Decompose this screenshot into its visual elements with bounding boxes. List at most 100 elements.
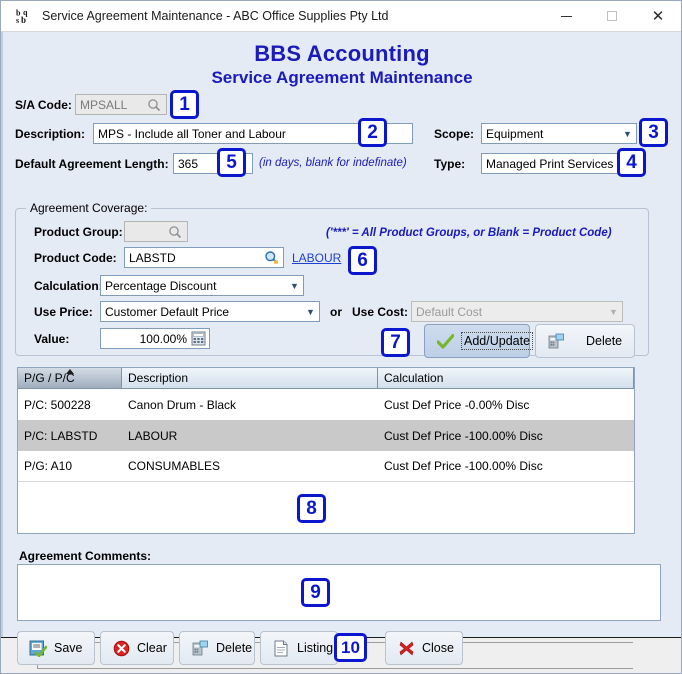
calculation-label: Calculation:	[34, 279, 103, 293]
listing-button[interactable]: Listing	[260, 631, 338, 665]
product-code-link[interactable]: LABOUR	[292, 251, 341, 265]
scope-label: Scope:	[434, 127, 475, 141]
type-select[interactable]: Managed Print Services ▼	[481, 153, 637, 174]
calculator-icon[interactable]	[190, 330, 207, 347]
sa-code-input[interactable]: MPSALL	[75, 94, 167, 115]
callout-7: 7	[381, 328, 410, 357]
table-header-calculation[interactable]: Calculation	[378, 368, 634, 389]
table-empty-area	[18, 482, 634, 533]
sa-code-value: MPSALL	[80, 97, 128, 112]
table-row[interactable]: P/C: 500228 Canon Drum - Black Cust Def …	[18, 389, 634, 420]
type-row: Type:	[434, 157, 465, 171]
cell-description: CONSUMABLES	[128, 459, 221, 473]
chevron-down-icon[interactable]: ▼	[286, 281, 303, 291]
close-button[interactable]: ✕	[635, 1, 681, 32]
page-title: BBS Accounting Service Agreement Mainten…	[3, 32, 681, 88]
table-row-selected[interactable]: P/C: LABSTD LABOUR Cust Def Price -100.0…	[18, 420, 634, 451]
chevron-down-icon[interactable]: ▼	[619, 129, 636, 139]
cell-pgpc: P/G: A10	[24, 459, 73, 473]
agreement-length-label: Default Agreement Length:	[15, 157, 169, 171]
product-group-input[interactable]	[124, 221, 188, 242]
coverage-delete-label: Delete	[586, 334, 623, 348]
close-window-button[interactable]: Close	[385, 631, 463, 665]
title-bar: b b s b Service Agreement Maintenance - …	[1, 1, 681, 32]
or-label: or	[330, 305, 342, 319]
product-code-label: Product Code:	[34, 251, 117, 265]
table-header-description[interactable]: Description	[122, 368, 378, 389]
product-code-input[interactable]: LABSTD	[124, 247, 284, 268]
scope-select[interactable]: Equipment ▼	[481, 123, 637, 144]
calculation-value: Percentage Discount	[105, 278, 217, 293]
coverage-delete-button[interactable]: Delete	[535, 324, 635, 358]
product-code-value: LABSTD	[129, 250, 176, 265]
minimize-icon	[560, 15, 572, 17]
cell-description: LABOUR	[128, 428, 178, 443]
listing-label: Listing	[297, 641, 334, 655]
callout-6: 6	[348, 246, 377, 275]
use-cost-value: Default Cost	[416, 304, 483, 319]
sa-code-row: S/A Code:	[15, 98, 72, 112]
cell-pgpc: P/C: LABSTD	[24, 428, 98, 443]
cell-calculation: Cust Def Price -0.00% Disc	[384, 397, 530, 412]
product-group-label: Product Group:	[34, 225, 123, 239]
use-price-select[interactable]: Customer Default Price ▼	[100, 301, 320, 322]
cell-description: Canon Drum - Black	[128, 397, 237, 412]
search-icon[interactable]	[146, 97, 162, 113]
sort-ascending-icon	[65, 369, 74, 374]
chevron-down-icon[interactable]: ▼	[302, 307, 319, 317]
search-icon[interactable]	[167, 224, 183, 240]
callout-4: 4	[617, 148, 646, 177]
type-label: Type:	[434, 157, 466, 171]
close-x-icon	[397, 639, 415, 657]
app-name: BBS Accounting	[254, 41, 430, 66]
callout-10: 10	[334, 633, 367, 662]
callout-3: 3	[639, 118, 668, 147]
agreement-length-hint: (in days, blank for indefinate)	[259, 157, 407, 169]
value-input[interactable]: 100.00%	[100, 328, 210, 349]
save-label: Save	[54, 641, 83, 655]
maximize-button[interactable]	[589, 1, 635, 32]
agreement-length-hint-text: (in days, blank for indefinate)	[259, 157, 407, 169]
delete-button[interactable]: Delete	[179, 631, 255, 665]
bbs-app-icon: b b s b	[9, 1, 39, 32]
delete-icon	[191, 639, 209, 657]
check-icon	[436, 332, 454, 350]
calculation-select[interactable]: Percentage Discount ▼	[100, 275, 304, 296]
use-price-label: Use Price:	[34, 305, 93, 319]
window-controls: ✕	[543, 1, 681, 32]
clear-label: Clear	[137, 641, 167, 655]
value-amount: 100.00%	[139, 331, 187, 346]
search-icon[interactable]	[263, 250, 279, 266]
maximize-icon	[607, 11, 617, 21]
wildcard-hint: ('***' = All Product Groups, or Blank = …	[326, 227, 612, 239]
sa-code-label: S/A Code:	[15, 98, 72, 112]
scope-row: Scope:	[434, 127, 474, 141]
cell-calculation: Cust Def Price -100.00% Disc	[384, 428, 543, 443]
svg-text:b: b	[21, 15, 26, 25]
callout-8: 8	[297, 494, 326, 523]
application-window: b b s b Service Agreement Maintenance - …	[0, 0, 682, 674]
close-window-label: Close	[422, 641, 454, 655]
use-cost-select[interactable]: Default Cost ▼	[411, 301, 623, 322]
agreement-comments-label: Agreement Comments:	[19, 549, 152, 563]
save-button[interactable]: Save	[17, 631, 95, 665]
agreement-coverage-title: Agreement Coverage:	[26, 201, 152, 215]
agreement-comments-value	[18, 565, 660, 571]
agreement-comments-input[interactable]	[17, 564, 661, 621]
table-header-row: P/G / P/C Description Calculation	[18, 368, 634, 389]
delete-label: Delete	[216, 641, 253, 655]
callout-5: 5	[217, 148, 246, 177]
window-title: Service Agreement Maintenance - ABC Offi…	[42, 9, 389, 23]
table-row[interactable]: P/G: A10 CONSUMABLES Cust Def Price -100…	[18, 451, 634, 482]
page-subtitle: Service Agreement Maintenance	[211, 67, 473, 87]
description-row: Description:	[15, 127, 85, 141]
use-cost-label: Use Cost:	[352, 305, 409, 319]
add-update-button[interactable]: Add/Update	[424, 324, 534, 358]
agreement-coverage-group: Agreement Coverage: Product Group: ('***…	[15, 201, 649, 358]
table-header-pgpc[interactable]: P/G / P/C	[18, 368, 122, 389]
coverage-table[interactable]: P/G / P/C Description Calculation P/C: 5…	[17, 367, 635, 534]
clear-button[interactable]: Clear	[100, 631, 174, 665]
minimize-button[interactable]	[543, 1, 589, 32]
description-label: Description:	[15, 127, 86, 141]
close-icon: ✕	[651, 7, 665, 25]
